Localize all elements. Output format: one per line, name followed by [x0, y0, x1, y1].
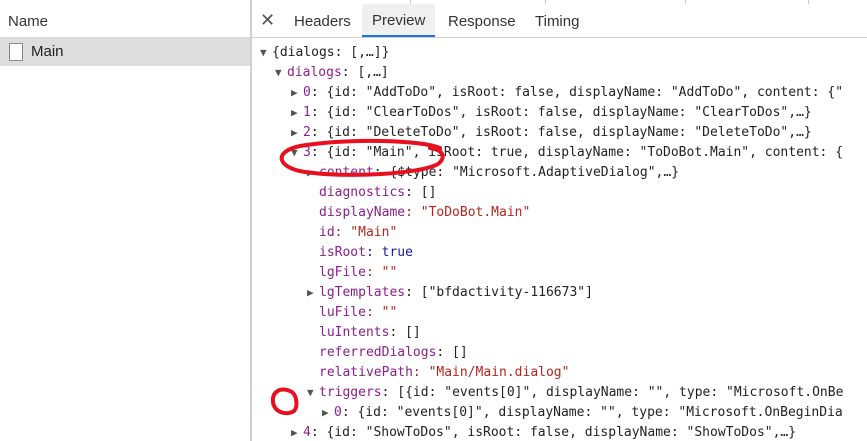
tree-row-text: : "Main" — [334, 225, 398, 240]
tree-key: diagnostics — [319, 185, 406, 200]
tree-row-lgtemplates[interactable]: ▶ lgTemplates: ["bfdactivity-116673"] — [307, 283, 593, 303]
tree-key: lgFile — [319, 265, 366, 280]
tree-row-dialog-0[interactable]: ▶ 0: {id: "AddToDo", isRoot: false, displ… — [291, 83, 843, 103]
tree-row-root[interactable]: ▼ {dialogs: [,…]} — [260, 43, 389, 63]
name-column-label: Name — [8, 13, 49, 30]
tree-key: relativePath — [319, 365, 413, 380]
tree-row-text: : "Main/Main.dialog" — [412, 365, 570, 380]
preview-panel: ▼ {dialogs: [,…]} ▼ dialogs: [,…] ▶ 0: {id:… — [252, 38, 867, 441]
tree-row-text: : "" — [365, 305, 398, 320]
tree-row-dialog-3[interactable]: ▼ 3: {id: "Main", isRoot: true, displayNa… — [291, 143, 843, 163]
tree-key: referredDialogs — [319, 345, 437, 360]
tree-row-text: : [,…] — [341, 65, 389, 80]
name-column-header[interactable]: Name — [0, 4, 250, 38]
expand-arrow-icon[interactable]: ▶ — [307, 283, 319, 303]
tree-row-id: id: "Main" — [319, 223, 397, 243]
request-name: Main — [31, 43, 64, 60]
tab-timing[interactable]: Timing — [535, 13, 579, 30]
expand-arrow-icon[interactable]: ▶ — [307, 163, 319, 183]
expand-arrow-icon[interactable]: ▼ — [307, 383, 319, 403]
expand-arrow-icon[interactable]: ▶ — [291, 423, 303, 441]
document-icon — [9, 43, 23, 61]
expand-arrow-icon[interactable]: ▼ — [291, 143, 303, 163]
expand-arrow-icon[interactable]: ▶ — [291, 123, 303, 143]
tree-row-dialog-2[interactable]: ▶ 2: {id: "DeleteToDo", isRoot: false, di… — [291, 123, 812, 143]
request-list-pane: Name Main — [0, 0, 250, 441]
tree-row-luintents: luIntents: [] — [319, 323, 421, 343]
expand-arrow-icon[interactable]: ▼ — [275, 63, 287, 83]
tree-row-text: : [{id: "events[0]", displayName: "", ty… — [381, 385, 844, 400]
tree-row-dialog-4[interactable]: ▶ 4: {id: "ShowToDos", isRoot: false, dis… — [291, 423, 796, 441]
expand-arrow-icon[interactable]: ▼ — [260, 43, 272, 63]
tree-row-text: : {id: "DeleteToDo", isRoot: false, disp… — [310, 125, 812, 140]
tree-row-displayname: displayName: "ToDoBot.Main" — [319, 203, 530, 223]
tree-row-triggers[interactable]: ▼ triggers: [{id: "events[0]", displayNam… — [307, 383, 843, 403]
tree-row-text: : true — [365, 245, 413, 260]
tree-row-trigger-0[interactable]: ▶ 0: {id: "events[0]", displayName: "", t… — [322, 403, 843, 423]
tree-row-text: : {id: "events[0]", displayName: "", typ… — [341, 405, 843, 420]
tree-row-text: : ["bfdactivity-116673"] — [405, 285, 593, 300]
tree-row-text: : {id: "Main", isRoot: true, displayName… — [310, 145, 844, 160]
tree-row-text: : {id: "AddToDo", isRoot: false, display… — [310, 85, 844, 100]
tree-row-dialog-1[interactable]: ▶ 1: {id: "ClearToDos", isRoot: false, di… — [291, 103, 812, 123]
tree-key: isRoot — [319, 245, 366, 260]
tree-row-text: : [] — [389, 325, 421, 340]
expand-arrow-icon[interactable]: ▶ — [291, 83, 303, 103]
tree-key: id — [319, 225, 335, 240]
tab-response[interactable]: Response — [448, 13, 516, 30]
tree-row-lufile: luFile: "" — [319, 303, 397, 323]
tree-row-text: : [] — [436, 345, 468, 360]
close-icon[interactable]: ✕ — [260, 10, 275, 31]
tab-preview[interactable]: Preview — [362, 4, 436, 37]
expand-arrow-icon[interactable]: ▶ — [322, 403, 334, 423]
tab-headers[interactable]: Headers — [294, 13, 351, 30]
request-row-main[interactable]: Main — [0, 38, 250, 66]
tree-row-diagnostics: diagnostics: [] — [319, 183, 436, 203]
tree-row-text: : {$type: "Microsoft.AdaptiveDialog",…} — [373, 165, 680, 180]
tree-row-referreddialogs: referredDialogs: [] — [319, 343, 468, 363]
expand-arrow-icon[interactable]: ▶ — [291, 103, 303, 123]
tree-key: luFile — [319, 305, 366, 320]
tree-row-dialogs[interactable]: ▼ dialogs: [,…] — [275, 63, 389, 83]
tree-row-text: : "ToDoBot.Main" — [405, 205, 531, 220]
tree-row-lgfile: lgFile: "" — [319, 263, 397, 283]
tree-row-text: : [] — [405, 185, 437, 200]
tree-row-text: : {id: "ClearToDos", isRoot: false, disp… — [310, 105, 812, 120]
tree-row-text: {dialogs: [,…]} — [272, 45, 390, 60]
details-tabbar: ✕ Headers Preview Response Timing — [252, 4, 867, 38]
tree-row-relativepath: relativePath: "Main/Main.dialog" — [319, 363, 569, 383]
tree-key: luIntents — [319, 325, 390, 340]
tree-key: displayName — [319, 205, 406, 220]
tree-row-text: : "" — [365, 265, 398, 280]
tree-row-isroot: isRoot: true — [319, 243, 413, 263]
tree-row-content[interactable]: ▶ content: {$type: "Microsoft.AdaptiveDia… — [307, 163, 679, 183]
tree-row-text: : {id: "ShowToDos", isRoot: false, displ… — [310, 425, 797, 440]
